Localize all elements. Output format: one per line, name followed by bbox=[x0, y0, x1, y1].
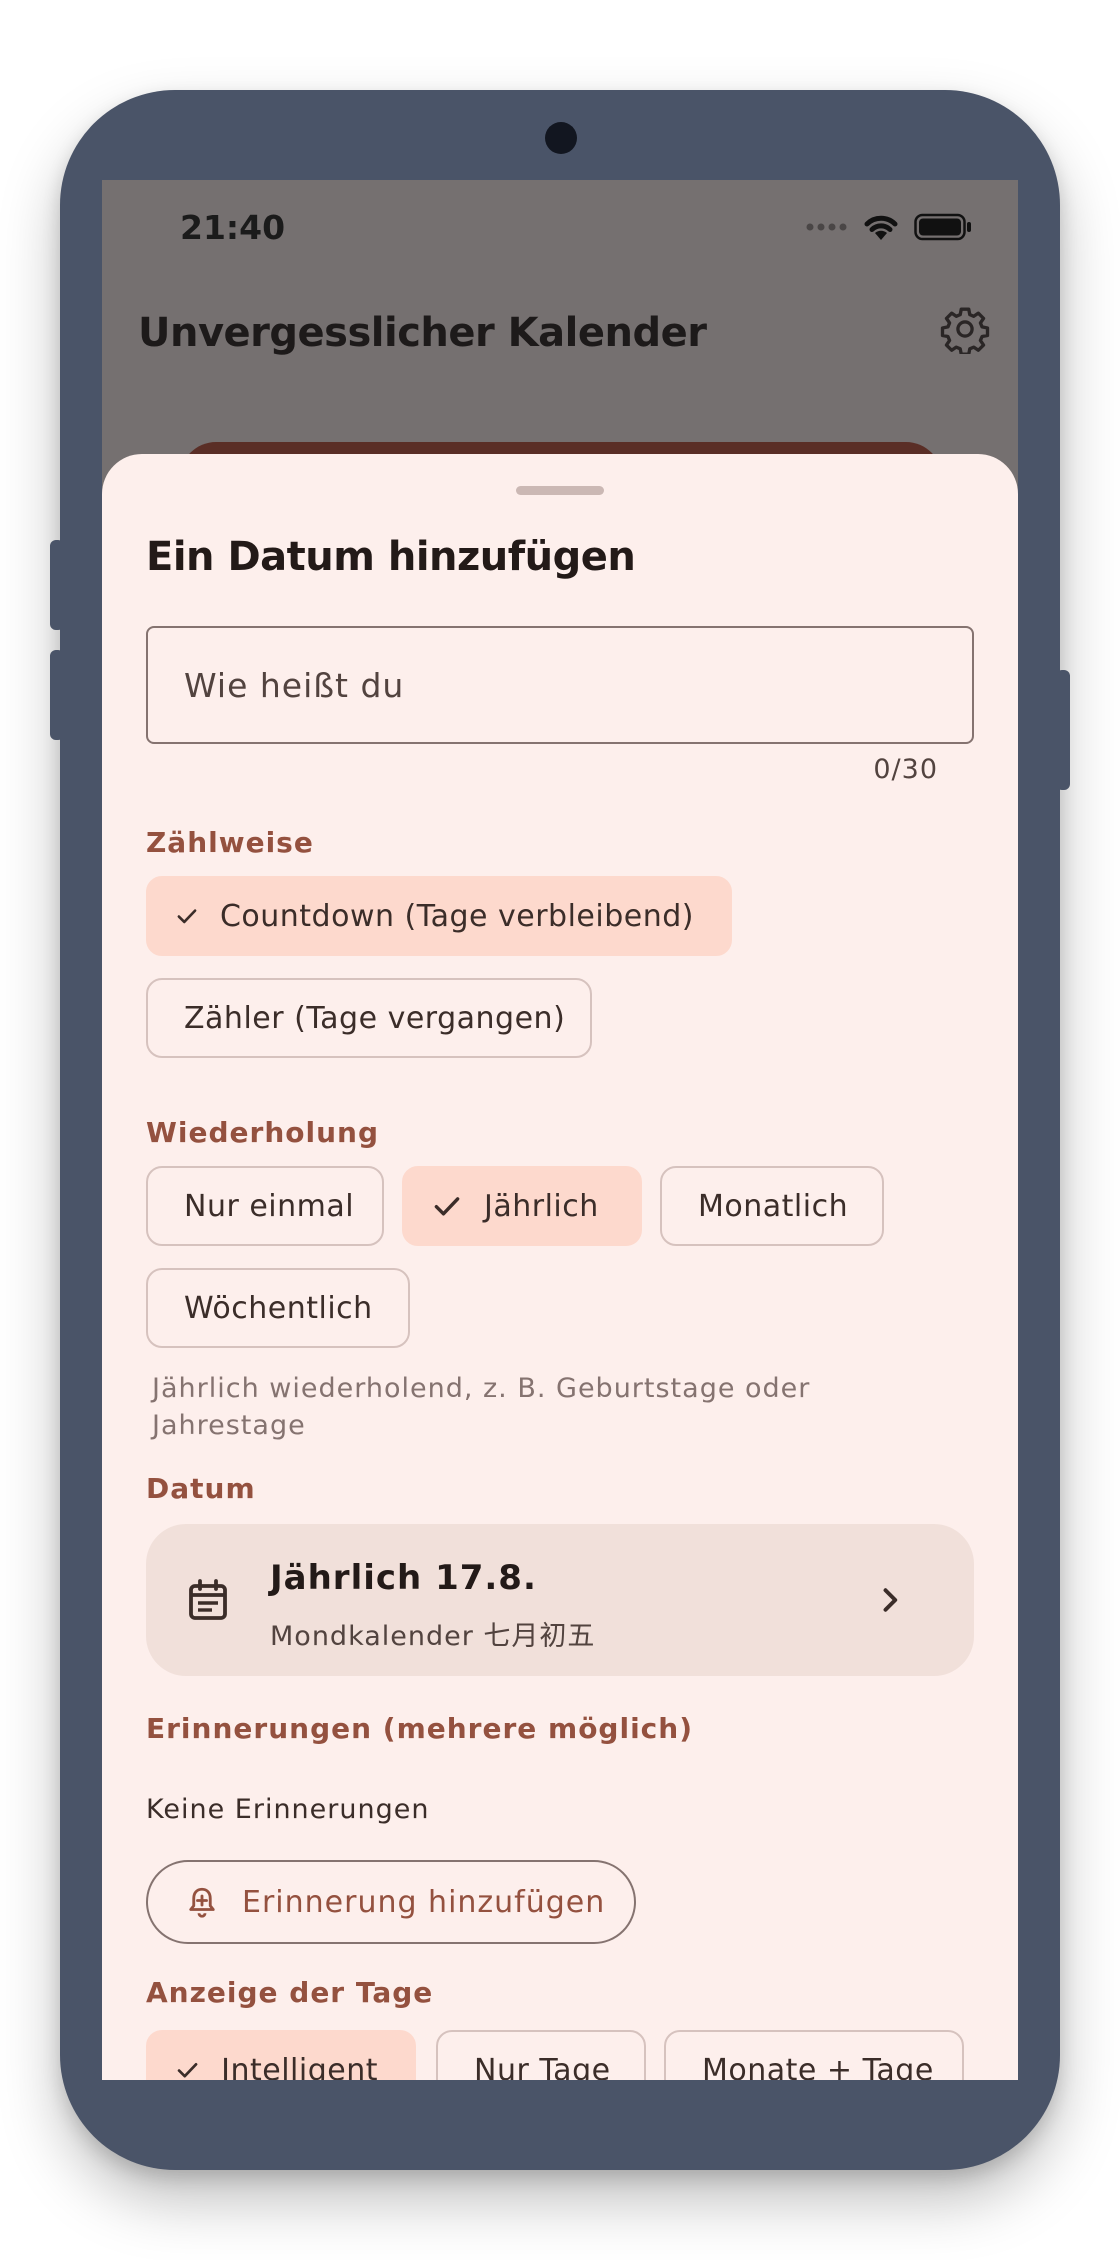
front-camera bbox=[545, 122, 577, 154]
name-char-counter: 0/30 bbox=[873, 754, 938, 785]
no-reminders-text: Keine Erinnerungen bbox=[146, 1794, 430, 1825]
chip-smart[interactable]: Intelligent bbox=[146, 2030, 416, 2080]
reminders-label: Erinnerungen (mehrere möglich) bbox=[146, 1712, 694, 1745]
chip-once[interactable]: Nur einmal bbox=[146, 1166, 384, 1246]
date-sub-text: Mondkalender 七月初五 bbox=[270, 1621, 596, 1652]
chip-label: Monatlich bbox=[698, 1188, 849, 1224]
chip-yearly[interactable]: Jährlich bbox=[402, 1166, 642, 1246]
gear-icon[interactable] bbox=[940, 304, 990, 354]
check-icon bbox=[177, 2062, 198, 2078]
chip-label: Intelligent bbox=[221, 2052, 378, 2081]
add-reminder-button[interactable]: Erinnerung hinzufügen bbox=[146, 1860, 636, 1944]
chevron-right-icon bbox=[883, 1588, 898, 1612]
add-alarm-icon bbox=[189, 1887, 215, 1918]
chip-days-only[interactable]: Nur Tage bbox=[436, 2030, 646, 2080]
power-button bbox=[1056, 670, 1070, 790]
status-icons bbox=[806, 212, 972, 242]
sheet-title: Ein Datum hinzufügen bbox=[146, 534, 636, 580]
wifi-icon bbox=[864, 215, 898, 240]
date-picker-card[interactable]: Jährlich 17.8. Mondkalender 七月初五 bbox=[146, 1524, 974, 1676]
chip-label: Zähler (Tage vergangen) bbox=[184, 1000, 566, 1036]
repeat-helper-text: Jährlich wiederholend, z. B. Geburtstage… bbox=[152, 1373, 811, 1441]
name-input[interactable] bbox=[146, 626, 974, 744]
chip-label: Wöchentlich bbox=[184, 1290, 373, 1326]
volume-down-button bbox=[50, 650, 64, 740]
chip-weekly[interactable]: Wöchentlich bbox=[146, 1268, 410, 1348]
chip-label: Countdown (Tage verbleibend) bbox=[219, 898, 694, 934]
chip-label: Jährlich bbox=[484, 1188, 599, 1224]
repeat-label: Wiederholung bbox=[146, 1116, 379, 1149]
date-main-text: Jährlich 17.8. bbox=[270, 1558, 537, 1598]
chip-months-days[interactable]: Monate + Tage bbox=[664, 2030, 964, 2080]
chip-monthly[interactable]: Monatlich bbox=[660, 1166, 884, 1246]
add-reminder-label: Erinnerung hinzufügen bbox=[242, 1884, 606, 1920]
screen: 21:40 Unvergesslicher Kalender Ein Datum… bbox=[102, 180, 1018, 2080]
counting-label: Zählweise bbox=[146, 826, 314, 859]
volume-up-button bbox=[50, 540, 64, 630]
battery-icon bbox=[914, 213, 971, 241]
signal-icon bbox=[806, 223, 847, 231]
chip-counter[interactable]: Zähler (Tage vergangen) bbox=[146, 978, 592, 1058]
status-time: 21:40 bbox=[180, 208, 286, 247]
check-icon bbox=[434, 1197, 460, 1216]
check-icon bbox=[177, 909, 197, 924]
add-date-sheet: Ein Datum hinzufügen 0/30 Zählweise Coun… bbox=[102, 454, 1018, 2080]
chip-label: Nur einmal bbox=[184, 1188, 355, 1224]
calendar-icon bbox=[189, 1579, 227, 1620]
chip-label: Monate + Tage bbox=[702, 2052, 934, 2081]
chip-countdown[interactable]: Countdown (Tage verbleibend) bbox=[146, 876, 732, 956]
app-title: Unvergesslicher Kalender bbox=[138, 310, 707, 356]
date-label: Datum bbox=[146, 1472, 256, 1505]
drag-handle[interactable] bbox=[516, 486, 604, 495]
display-label: Anzeige der Tage bbox=[146, 1976, 434, 2009]
chip-label: Nur Tage bbox=[474, 2052, 611, 2081]
